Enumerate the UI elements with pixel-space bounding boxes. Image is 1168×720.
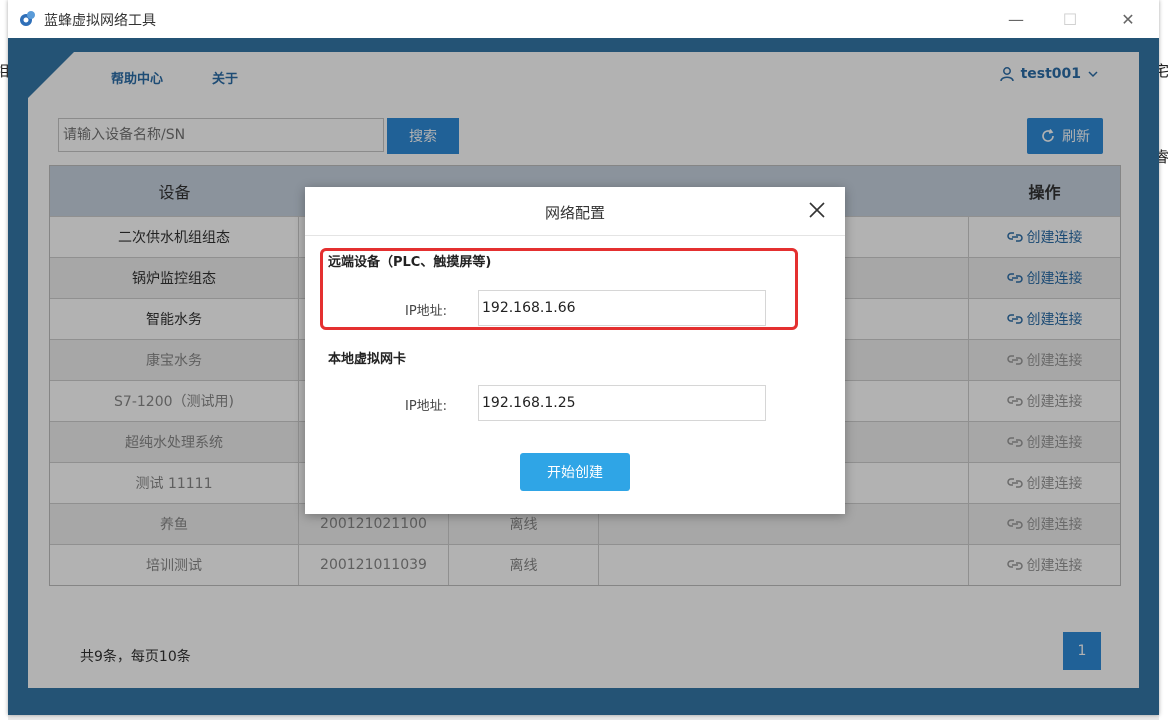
window-title: 蓝蜂虚拟网络工具	[44, 13, 156, 29]
remote-ip-label: IP地址:	[405, 304, 448, 319]
local-ip-label: IP地址:	[405, 399, 448, 414]
local-ip-input[interactable]	[479, 386, 765, 420]
close-window-button[interactable]: ✕	[1108, 4, 1148, 34]
remote-device-section-title: 远端设备（PLC、触摸屏等)	[328, 255, 492, 270]
background-desktop-right	[1159, 0, 1168, 720]
dialog-header: 网络配置	[305, 187, 845, 236]
local-nic-section-title: 本地虚拟网卡	[328, 352, 407, 367]
minimize-button[interactable]: —	[996, 4, 1036, 34]
local-ip-field[interactable]	[478, 385, 766, 421]
bee-logo-icon	[20, 11, 35, 26]
remote-ip-input[interactable]	[479, 291, 765, 325]
dialog-title: 网络配置	[544, 204, 605, 222]
title-bar: 蓝蜂虚拟网络工具 — ☐ ✕	[8, 0, 1159, 38]
start-create-button[interactable]: 开始创建	[520, 453, 630, 491]
close-icon[interactable]	[805, 198, 829, 222]
background-desktop-left	[0, 0, 8, 720]
network-config-dialog: 网络配置 远端设备（PLC、触摸屏等) IP地址: 本地虚拟网卡 IP地址: 开…	[305, 187, 845, 514]
remote-ip-field[interactable]	[478, 290, 766, 326]
maximize-button[interactable]: ☐	[1050, 4, 1090, 34]
